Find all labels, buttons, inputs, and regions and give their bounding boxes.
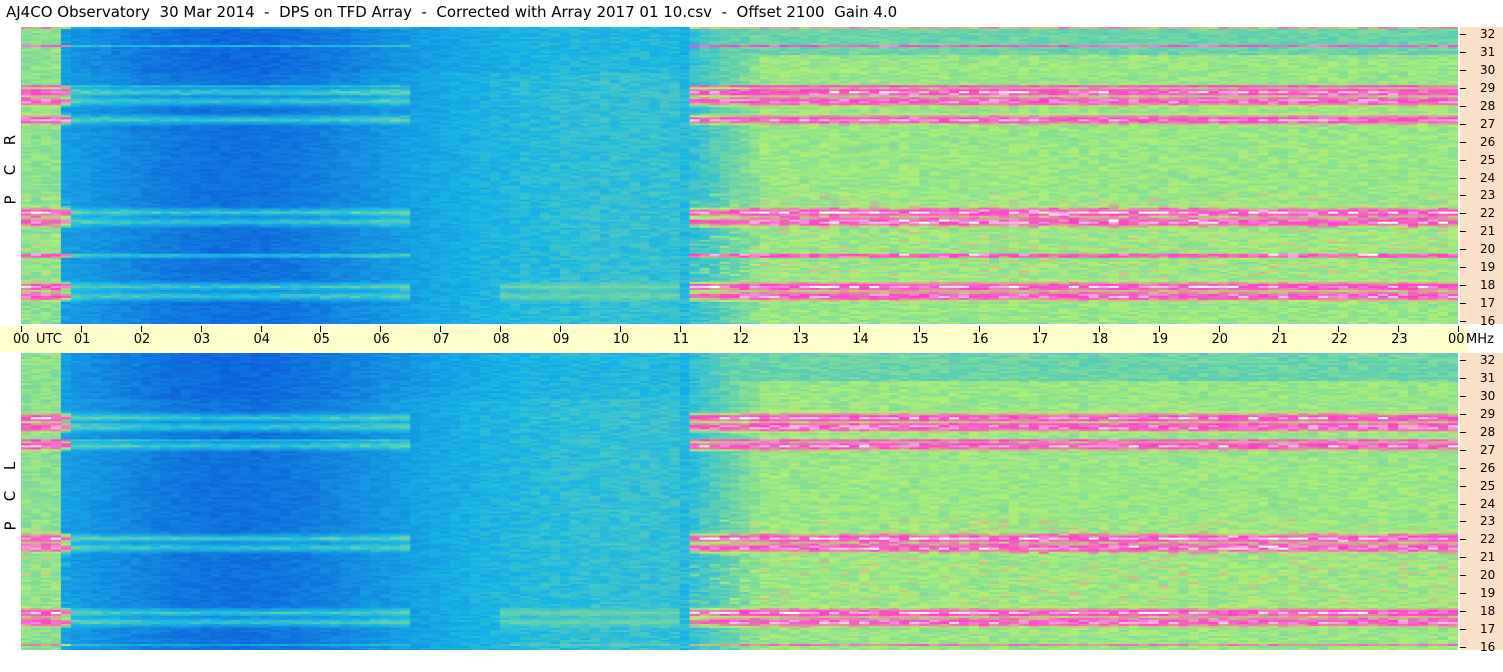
spectrogram-cell <box>40 321 52 324</box>
spectrogram-cell <box>260 321 272 324</box>
spectrogram-cell <box>150 321 162 324</box>
spectrogram-cell <box>270 321 282 324</box>
rcp-axis-label: R C P <box>0 110 21 230</box>
spectrogram-cell <box>200 321 212 324</box>
rcp-spectrogram-svg <box>21 27 1458 324</box>
spectrogram-cell <box>160 321 172 324</box>
spectrogram-cell <box>170 321 182 324</box>
spectrogram-cell <box>310 321 321 324</box>
spectrogram-cell <box>290 321 302 324</box>
rcp-spectrogram <box>21 27 1458 324</box>
spectrogram-cell <box>210 321 222 324</box>
spectrogram-cell <box>110 321 122 324</box>
spectrogram-cell <box>90 321 102 324</box>
spectrogram-cell <box>340 321 351 324</box>
spectrogram-cell <box>300 321 311 324</box>
spectrogram-cell <box>250 321 262 324</box>
spectrogram-cell <box>280 321 292 324</box>
spectrogram-cell <box>230 321 242 324</box>
spectrogram-cell <box>120 321 132 324</box>
spectrogram-cell <box>100 321 112 324</box>
spectrogram-cell <box>80 321 92 324</box>
spectrogram-cell <box>190 321 202 324</box>
spectrogram-cell <box>180 321 192 324</box>
spectrogram-cell <box>60 321 72 324</box>
spectrogram-cell <box>140 321 152 324</box>
spectrogram-cell <box>30 321 42 324</box>
spectrogram-cell <box>21 321 32 324</box>
spectrogram-cell <box>130 321 142 324</box>
spectrogram-cell <box>330 321 341 324</box>
spectrogram-cell <box>220 321 232 324</box>
spectrogram-cell <box>240 321 252 324</box>
spectrogram-cell <box>320 321 331 324</box>
spectrogram-cell <box>50 321 62 324</box>
spectrogram-cell <box>70 321 82 324</box>
chart-title: AJ4CO Observatory 30 Mar 2014 - DPS on T… <box>6 3 897 21</box>
lcp-axis-label: L C P <box>0 436 21 556</box>
